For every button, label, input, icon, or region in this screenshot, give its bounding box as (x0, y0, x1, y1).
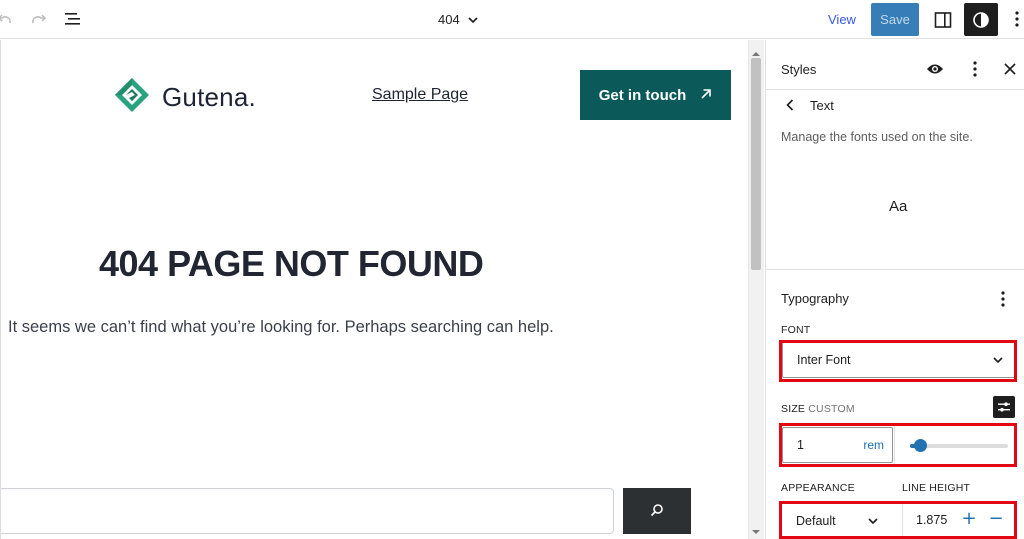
search-button[interactable] (623, 488, 691, 534)
view-link[interactable]: View (828, 9, 856, 29)
search-icon (650, 502, 664, 521)
arrow-up-right-icon (700, 87, 712, 104)
sidebar-toggle-icon[interactable] (929, 6, 956, 33)
undo-icon[interactable] (0, 8, 14, 30)
site-title: Gutena. (162, 81, 256, 112)
typography-section-title: Typography (781, 291, 849, 306)
editor-top-bar: 404 View Save (0, 0, 1024, 39)
gutena-logo-icon (114, 77, 150, 117)
close-icon[interactable] (1002, 61, 1018, 77)
size-label: SIZE CUSTOM (781, 403, 855, 415)
eye-icon[interactable] (926, 60, 944, 78)
highlight-font-box (779, 340, 1017, 382)
cta-label: Get in touch (598, 86, 687, 104)
panel-title: Text (810, 97, 834, 113)
site-logo[interactable]: Gutena. (114, 77, 256, 117)
get-in-touch-button[interactable]: Get in touch (580, 70, 731, 120)
size-label-text: SIZE (781, 403, 806, 415)
size-mode-text: CUSTOM (808, 403, 855, 415)
back-to-styles-button[interactable]: Text (786, 96, 834, 114)
font-label: FONT (781, 324, 811, 336)
document-title: 404 (438, 11, 460, 27)
document-title-dropdown[interactable]: 404 (438, 9, 478, 29)
chevron-down-icon (468, 12, 478, 27)
appearance-label: APPEARANCE (781, 482, 855, 494)
highlight-appearance-box (779, 501, 1017, 539)
save-button[interactable]: Save (871, 3, 919, 36)
preview-sample-text: Aa (889, 198, 908, 215)
more-vertical-icon[interactable] (1010, 8, 1024, 30)
more-vertical-icon[interactable] (969, 59, 981, 79)
contrast-icon[interactable] (964, 3, 998, 36)
scroll-down-arrow-icon[interactable] (751, 522, 761, 534)
editor-canvas[interactable]: Gutena. Sample Page Get in touch 404 PAG… (0, 40, 748, 539)
page-body-text: It seems we can’t find what you’re looki… (8, 318, 554, 336)
redo-icon[interactable] (28, 8, 50, 30)
sidebar-title: Styles (781, 62, 817, 77)
typography-preview: Aa (766, 160, 1024, 270)
line-height-label: LINE HEIGHT (902, 482, 971, 494)
sidebar-header: Styles (766, 40, 1024, 90)
sliders-icon[interactable] (993, 396, 1015, 418)
nav-link-sample-page[interactable]: Sample Page (372, 86, 468, 104)
canvas-scrollbar-thumb[interactable] (751, 58, 761, 270)
more-vertical-icon[interactable] (998, 290, 1008, 308)
chevron-left-icon (786, 96, 794, 115)
list-view-icon[interactable] (62, 8, 84, 30)
scroll-up-arrow-icon[interactable] (751, 44, 761, 56)
highlight-size-box (779, 423, 1017, 467)
panel-description: Manage the fonts used on the site. (781, 130, 973, 144)
search-input[interactable] (1, 488, 614, 534)
page-title: 404 PAGE NOT FOUND (99, 243, 484, 284)
